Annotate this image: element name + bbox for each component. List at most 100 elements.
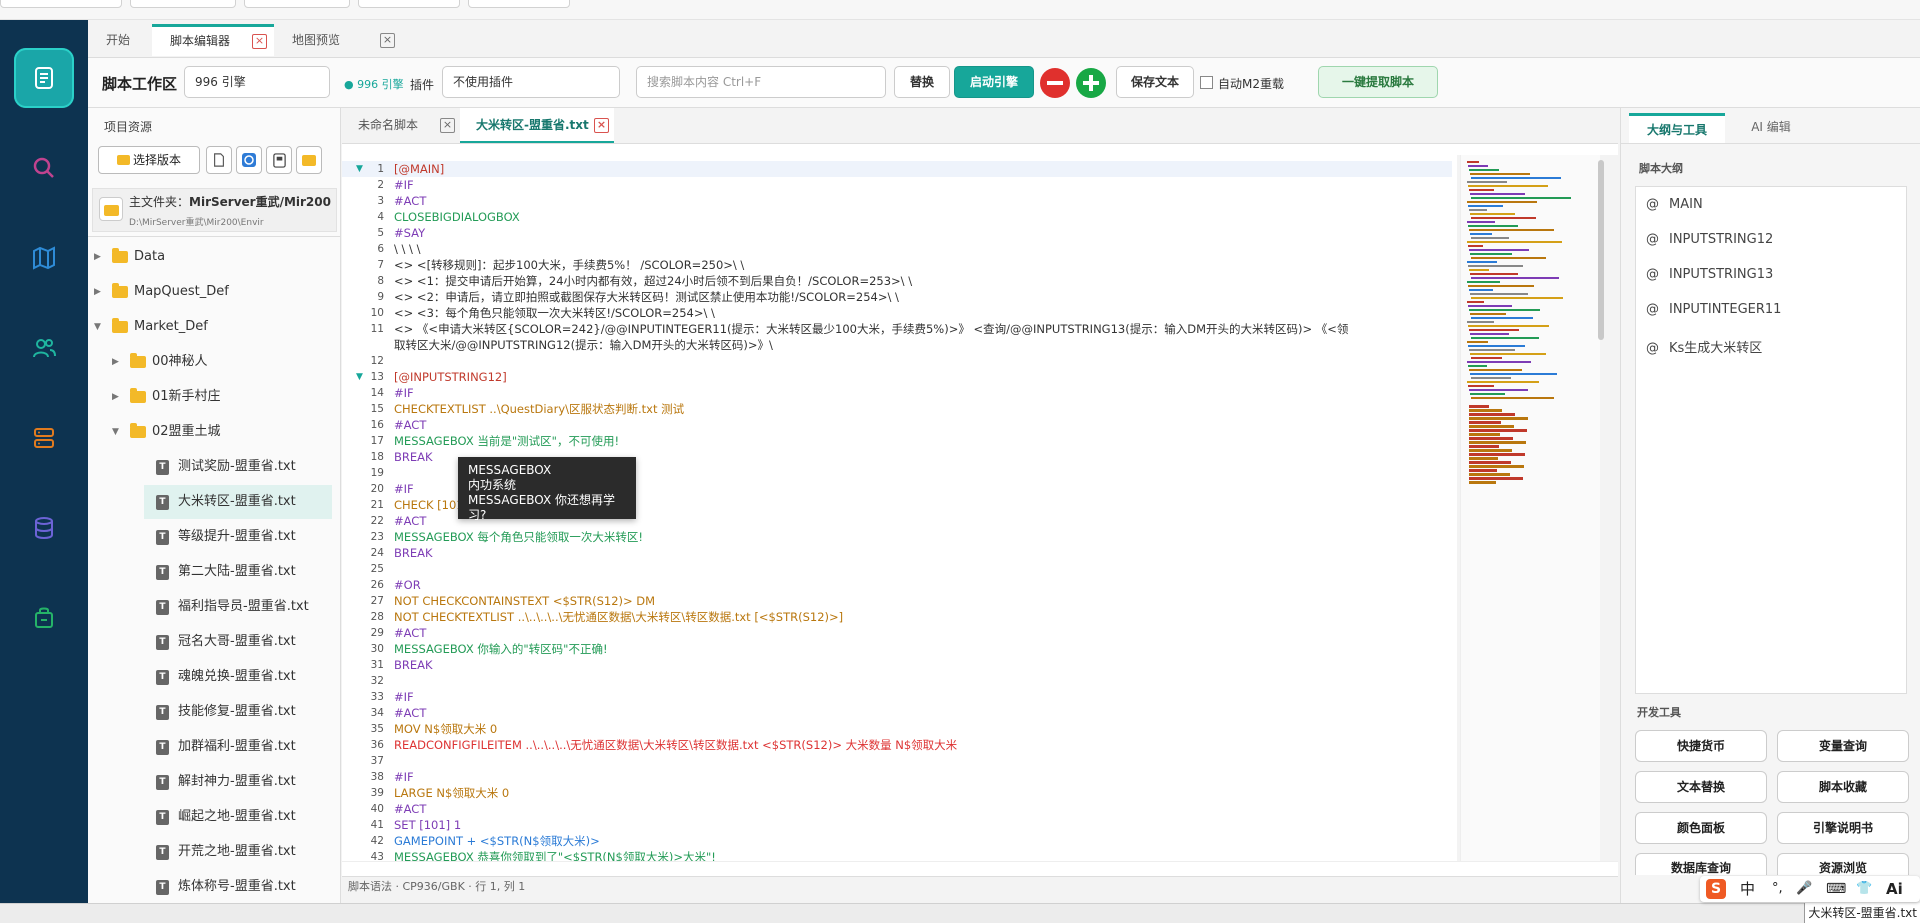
replace-button[interactable]: 替换	[894, 66, 950, 98]
code-line[interactable]: 6 \ \ \ \	[342, 241, 1452, 257]
chevron-right-icon[interactable]: ▶	[112, 345, 119, 379]
tab-outline-tools[interactable]: 大纲与工具	[1629, 113, 1725, 143]
tool-button[interactable]: 变量查询	[1777, 730, 1909, 762]
tool-button[interactable]: 脚本收藏	[1777, 771, 1909, 803]
code-line[interactable]: 34 #ACT	[342, 705, 1452, 721]
outline-item[interactable]: @ Ks生成大米转区	[1646, 337, 1762, 357]
code-line[interactable]: ▼ 1 [@MAIN]	[342, 161, 1452, 177]
tool-button[interactable]: 引擎说明书	[1777, 812, 1909, 844]
chevron-right-icon[interactable]: ▶	[94, 240, 101, 274]
tree-file[interactable]: T 崛起之地-盟重省.txt	[88, 800, 340, 834]
remove-button[interactable]	[1040, 68, 1070, 98]
code-line[interactable]: 26 #OR	[342, 577, 1452, 593]
code-line[interactable]: 4 CLOSEBIGDIALOGBOX	[342, 209, 1452, 225]
tree-file[interactable]: T 第二大陆-盟重省.txt	[88, 555, 340, 589]
rail-script-editor-button[interactable]	[14, 48, 74, 108]
ai-icon[interactable]: Ai	[1886, 876, 1903, 902]
outline-item[interactable]: @ INPUTINTEGER11	[1646, 302, 1781, 322]
code-line[interactable]: 28 NOT CHECKTEXTLIST ..\..\..\..\无忧通区数据\大…	[342, 609, 1452, 625]
open-folder-button[interactable]	[296, 146, 322, 174]
code-line[interactable]: 17 MESSAGEBOX 当前是"测试区"，不可使用!	[342, 433, 1452, 449]
plugin-select[interactable]: 不使用插件	[442, 66, 620, 98]
code-line[interactable]: 27 NOT CHECKCONTAINSTEXT <$STR(S12)> DM	[342, 593, 1452, 609]
tree-folder[interactable]: ▶ Data	[88, 240, 340, 274]
code-line[interactable]: 25	[342, 561, 1452, 577]
chevron-down-icon[interactable]: ▼	[94, 310, 101, 344]
code-line[interactable]: 8 <> <1：提交申请后开始算，24小时内都有效，超过24小时后领不到后果自负！…	[342, 273, 1452, 289]
close-icon[interactable]: ×	[252, 34, 267, 49]
code-line[interactable]: 24 BREAK	[342, 545, 1452, 561]
tree-file[interactable]: T 福利指导员-盟重省.txt	[88, 590, 340, 624]
tool-button[interactable]: 颜色面板	[1635, 812, 1767, 844]
code-line[interactable]: 43 MESSAGEBOX 恭喜你领取到了"<$STR(N$领取大米)>大米"!	[342, 849, 1452, 861]
tree-file[interactable]: T 等级提升-盟重省.txt	[88, 520, 340, 554]
code-line[interactable]: 9 <> <2：申请后，请立即拍照或截图保存大米转区码！测试区禁止使用本功能!/S…	[342, 289, 1452, 305]
code-line[interactable]: 3 #ACT	[342, 193, 1452, 209]
select-version-button[interactable]: 选择版本	[98, 146, 200, 174]
code-line[interactable]: 35 MOV N$领取大米 0	[342, 721, 1452, 737]
editor-scrollbar[interactable]	[1598, 160, 1604, 340]
rail-map-button[interactable]	[14, 228, 74, 288]
tab-map-preview[interactable]: 地图预览 ×	[274, 24, 404, 56]
chevron-down-icon[interactable]: ▼	[112, 415, 119, 449]
tree-file[interactable]: T 魂魄兑换-盟重省.txt	[88, 660, 340, 694]
rail-server-button[interactable]	[14, 408, 74, 468]
tree-file[interactable]: T 炼体称号-盟重省.txt	[88, 870, 340, 903]
chevron-right-icon[interactable]: ▶	[94, 275, 101, 309]
tree-file[interactable]: T 大米转区-盟重省.txt	[144, 485, 332, 519]
code-line[interactable]: 23 MESSAGEBOX 每个角色只能领取一次大米转区!	[342, 529, 1452, 545]
tree-file[interactable]: T 冠名大哥-盟重省.txt	[88, 625, 340, 659]
tool-button[interactable]: 数据库查询	[1635, 853, 1767, 875]
close-icon[interactable]: ×	[440, 118, 455, 133]
code-line[interactable]: 37	[342, 753, 1452, 769]
tree-folder[interactable]: ▶ 00神秘人	[88, 345, 340, 379]
add-button[interactable]	[1076, 68, 1106, 98]
tool-button[interactable]: 资源浏览	[1777, 853, 1909, 875]
code-line[interactable]: 41 SET [101] 1	[342, 817, 1452, 833]
code-minimap[interactable]	[1460, 155, 1600, 861]
skin-icon[interactable]: 👕	[1856, 876, 1872, 902]
outline-item[interactable]: @ INPUTSTRING12	[1646, 232, 1773, 252]
code-line[interactable]: 38 #IF	[342, 769, 1452, 785]
outline-item[interactable]: @ MAIN	[1646, 197, 1703, 217]
code-line[interactable]: 29 #ACT	[342, 625, 1452, 641]
code-line[interactable]: 40 #ACT	[342, 801, 1452, 817]
refresh-button[interactable]	[236, 146, 262, 174]
code-line[interactable]: 5 #SAY	[342, 225, 1452, 241]
auto-reload-checkbox[interactable]	[1200, 76, 1213, 89]
code-line[interactable]: 16 #ACT	[342, 417, 1452, 433]
ime-lang-toggle[interactable]: 中	[1740, 876, 1755, 902]
code-line[interactable]: 33 #IF	[342, 689, 1452, 705]
code-line[interactable]: 32	[342, 673, 1452, 689]
rail-users-button[interactable]	[14, 318, 74, 378]
tool-button[interactable]: 快捷货币	[1635, 730, 1767, 762]
tree-file[interactable]: T 解封神力-盟重省.txt	[88, 765, 340, 799]
code-line[interactable]: 31 BREAK	[342, 657, 1452, 673]
tree-file[interactable]: T 开荒之地-盟重省.txt	[88, 835, 340, 869]
ime-punct-icon[interactable]: °,	[1772, 876, 1783, 902]
code-line[interactable]: 11 <> 《<申请大米转区{SCOLOR=242}/@@INPUTINTEGER…	[342, 321, 1452, 337]
search-input[interactable]: 搜索脚本内容 Ctrl+F	[636, 66, 886, 98]
tool-button[interactable]: 文本替换	[1635, 771, 1767, 803]
save-text-button[interactable]: 保存文本	[1116, 66, 1194, 98]
tree-folder[interactable]: ▼ 02盟重土城	[88, 415, 340, 449]
code-line[interactable]: 42 GAMEPOINT + <$STR(N$领取大米)>	[342, 833, 1452, 849]
code-line[interactable]: 15 CHECKTEXTLIST ..\QuestDiary\区服状态判断.txt…	[342, 401, 1452, 417]
code-line[interactable]: ▼ 13 [@INPUTSTRING12]	[342, 369, 1452, 385]
keyboard-icon[interactable]: ⌨	[1826, 876, 1846, 902]
main-folder-button[interactable]	[99, 197, 123, 221]
new-file-button[interactable]	[206, 146, 232, 174]
tree-file[interactable]: T 测试奖励-盟重省.txt	[88, 450, 340, 484]
microphone-icon[interactable]: 🎤	[1796, 876, 1812, 902]
code-line[interactable]: 12	[342, 353, 1452, 369]
tab-start[interactable]: 开始	[88, 24, 152, 56]
chevron-right-icon[interactable]: ▶	[112, 380, 119, 414]
code-line[interactable]: 14 #IF	[342, 385, 1452, 401]
tree-folder[interactable]: ▶ 01新手村庄	[88, 380, 340, 414]
tab-ai-edit[interactable]: AI 编辑	[1731, 113, 1811, 143]
close-icon[interactable]: ×	[594, 118, 609, 133]
outline-item[interactable]: @ INPUTSTRING13	[1646, 267, 1773, 287]
save-all-button[interactable]	[266, 146, 292, 174]
tab-untitled-script[interactable]: 未命名脚本 ×	[342, 108, 460, 143]
code-line[interactable]: 36 READCONFIGFILEITEM ..\..\..\..\无忧通区数据\…	[342, 737, 1452, 753]
